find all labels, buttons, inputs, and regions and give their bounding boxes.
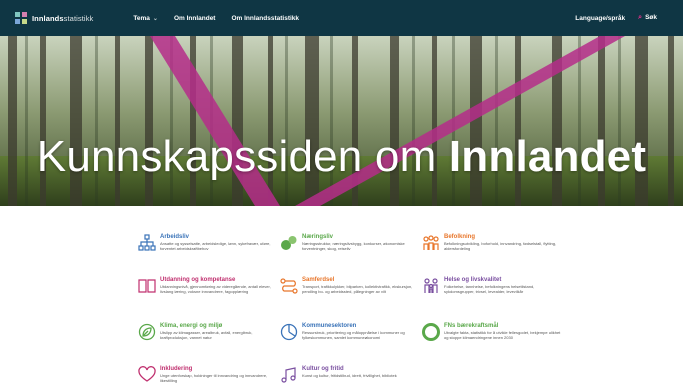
nav-item-tema[interactable]: Tema ⌄ xyxy=(133,15,158,22)
topic-description: Befolkningsutvikling, boforhold, innvand… xyxy=(444,241,557,251)
topic-description: Utdanningsnivå, gjennomføring av videreg… xyxy=(160,284,271,294)
topic-title[interactable]: FNs bærekraftsmål xyxy=(444,323,562,329)
people-icon xyxy=(423,235,439,250)
topic-title[interactable]: Helse og livskvalitet xyxy=(444,277,562,283)
hero-banner: Kunnskapssiden om Innlandet xyxy=(0,36,683,206)
topic-description: Transport, trafikkulykker, bilparken, ko… xyxy=(302,284,413,294)
topic-description: Folkehelse, tannhelse, befolkningens hel… xyxy=(444,284,535,294)
topic-title[interactable]: Befolkning xyxy=(444,234,562,240)
pie-icon xyxy=(280,323,298,341)
topic-description: Ressursbruk, prioritering og måloppnåels… xyxy=(302,330,405,340)
site-logo[interactable]: Innlandsstatistikk xyxy=(15,12,93,24)
route-icon xyxy=(280,278,298,294)
topic-description: Næringsstruktur, næringslivsbygg, konkur… xyxy=(302,241,405,251)
music-icon xyxy=(281,367,296,383)
topic-kultur[interactable]: Kultur og fritid Kunst og kultur, fritid… xyxy=(280,366,420,384)
topic-description: Ansatte og sysselsatte, arbeidsledige, l… xyxy=(160,241,271,251)
logo-text: Innlandsstatistikk xyxy=(32,13,94,23)
topic-description: Utslipp av klimagasser, arealbruk, avfal… xyxy=(160,330,253,340)
bubbles-icon xyxy=(281,236,297,250)
chevron-down-icon: ⌄ xyxy=(152,15,158,22)
hero-title: Kunnskapssiden om Innlandet xyxy=(36,132,647,181)
top-navigation: Innlandsstatistikk Tema ⌄ Om Innlandet Om… xyxy=(0,0,683,36)
language-link[interactable]: Language/språk xyxy=(575,15,625,22)
book-icon xyxy=(138,279,156,293)
topic-samferdsel[interactable]: Samferdsel Transport, trafikkulykker, bi… xyxy=(280,277,420,295)
nav-item-om-innlandet[interactable]: Om Innlandet xyxy=(174,15,216,22)
topic-inkludering[interactable]: Inkludering Unge utenforskap, holdninger… xyxy=(138,366,278,384)
topic-title[interactable]: Klima, energi og miljø xyxy=(160,323,278,329)
topic-title[interactable]: Næringsliv xyxy=(302,234,420,240)
topic-title[interactable]: Kultur og fritid xyxy=(302,366,397,372)
topic-title[interactable]: Utdanning og kompetanse xyxy=(160,277,278,283)
search-button[interactable]: ⌕ Søk xyxy=(638,14,657,22)
topic-description: Unge utenforskap, holdninger til innvand… xyxy=(160,373,268,383)
topic-arbeidsliv[interactable]: Arbeidsliv Ansatte og sysselsatte, arbei… xyxy=(138,234,278,252)
leaf-icon xyxy=(138,323,156,341)
topic-klima[interactable]: Klima, energi og miljø Utslipp av klimag… xyxy=(138,323,278,341)
logo-mark-icon xyxy=(15,12,27,24)
topic-title[interactable]: Kommunesektoren xyxy=(302,323,420,329)
topic-kommunesektoren[interactable]: Kommunesektoren Ressursbruk, prioriterin… xyxy=(280,323,420,341)
topic-helse[interactable]: Helse og livskvalitet Folkehelse, tannhe… xyxy=(422,277,562,295)
topic-naeringsliv[interactable]: Næringsliv Næringsstruktur, næringslivsb… xyxy=(280,234,420,252)
sdg-circle-icon xyxy=(422,323,440,341)
topic-fns-baerekraftsmal[interactable]: FNs bærekraftsmål Utvalgte fakta, statis… xyxy=(422,323,562,341)
topic-befolkning[interactable]: Befolkning Befolkningsutvikling, boforho… xyxy=(422,234,562,252)
topic-title[interactable]: Arbeidsliv xyxy=(160,234,278,240)
search-icon: ⌕ xyxy=(638,14,643,21)
topic-description: Kunst og kultur, fritidstilbud, idrett, … xyxy=(302,373,397,378)
topic-title[interactable]: Samferdsel xyxy=(302,277,420,283)
topic-utdanning[interactable]: Utdanning og kompetanse Utdanningsnivå, … xyxy=(138,277,278,295)
heart-icon xyxy=(138,366,156,382)
nav-item-om-innlandsstatistikk[interactable]: Om Innlandsstatistikk xyxy=(231,15,299,22)
topic-description: Utvalgte fakta, statistikk for å utvikle… xyxy=(444,330,561,340)
org-chart-icon xyxy=(138,234,156,251)
topic-title[interactable]: Inkludering xyxy=(160,366,278,372)
family-icon xyxy=(424,278,438,293)
